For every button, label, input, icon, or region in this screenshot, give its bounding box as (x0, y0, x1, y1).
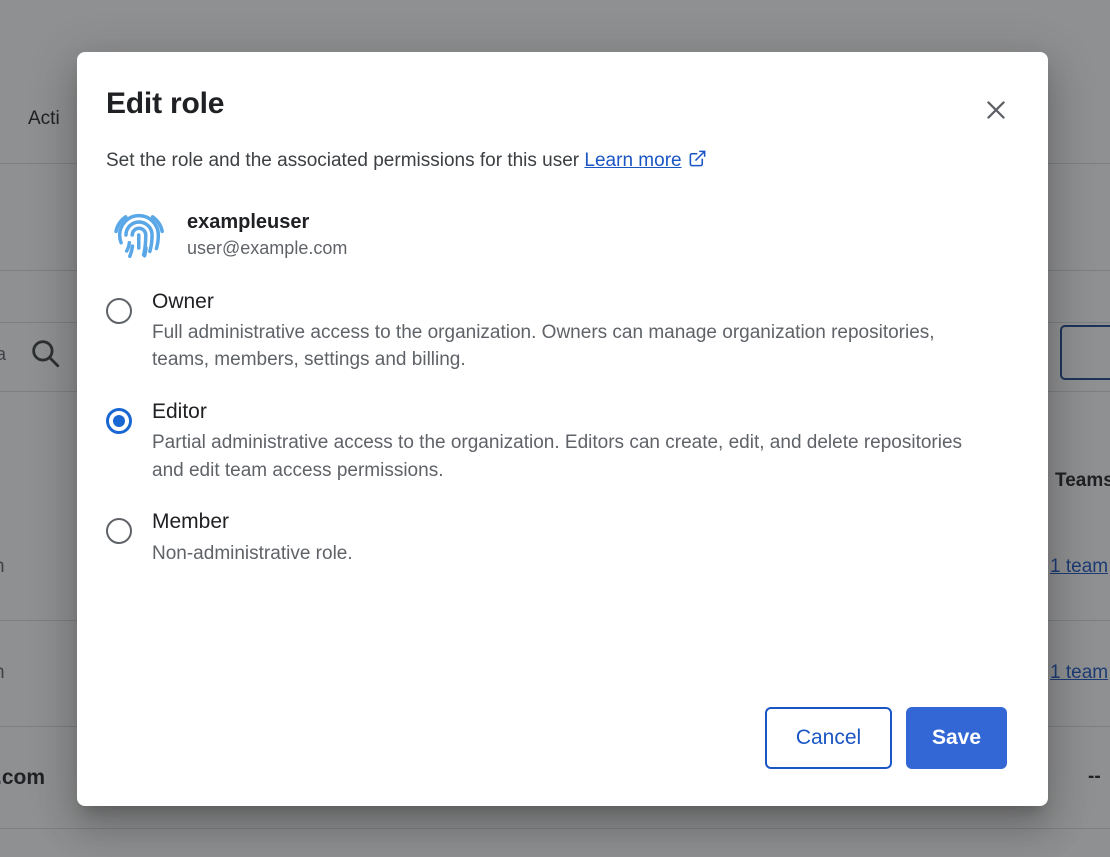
radio-owner[interactable] (106, 298, 132, 324)
external-link-icon[interactable] (688, 149, 707, 177)
role-texts: Member Non-administrative role. (152, 508, 1019, 567)
role-option-member[interactable]: Member Non-administrative role. (106, 508, 1019, 567)
role-desc-editor: Partial administrative access to the org… (152, 429, 970, 484)
role-option-editor[interactable]: Editor Partial administrative access to … (106, 398, 1019, 484)
role-texts: Owner Full administrative access to the … (152, 288, 1019, 374)
page-title: Edit role (106, 86, 1018, 122)
radio-editor[interactable] (106, 408, 132, 434)
role-label-owner: Owner (152, 288, 1019, 316)
dialog-subtitle-text: Set the role and the associated permissi… (106, 150, 579, 171)
user-summary: exampleuser user@example.com (77, 177, 1048, 264)
role-texts: Editor Partial administrative access to … (152, 398, 1019, 484)
dialog-subtitle: Set the role and the associated permissi… (77, 122, 1048, 177)
close-icon[interactable] (980, 94, 1012, 126)
edit-role-dialog: Edit role Set the role and the associate… (77, 52, 1048, 806)
role-label-member: Member (152, 508, 1019, 536)
role-radio-group: Owner Full administrative access to the … (77, 264, 1048, 568)
user-email: user@example.com (187, 239, 347, 257)
dialog-header: Edit role (77, 52, 1048, 122)
cancel-button[interactable]: Cancel (765, 707, 892, 769)
radio-member[interactable] (106, 518, 132, 544)
user-meta: exampleuser user@example.com (187, 212, 347, 257)
fingerprint-icon (110, 206, 168, 264)
role-option-owner[interactable]: Owner Full administrative access to the … (106, 288, 1019, 374)
role-label-editor: Editor (152, 398, 1019, 426)
save-button[interactable]: Save (906, 707, 1007, 769)
role-desc-owner: Full administrative access to the organi… (152, 319, 970, 374)
dialog-actions: Cancel Save (765, 707, 1007, 769)
learn-more-link[interactable]: Learn more (584, 150, 681, 171)
role-desc-member: Non-administrative role. (152, 540, 970, 568)
user-name: exampleuser (187, 212, 347, 232)
